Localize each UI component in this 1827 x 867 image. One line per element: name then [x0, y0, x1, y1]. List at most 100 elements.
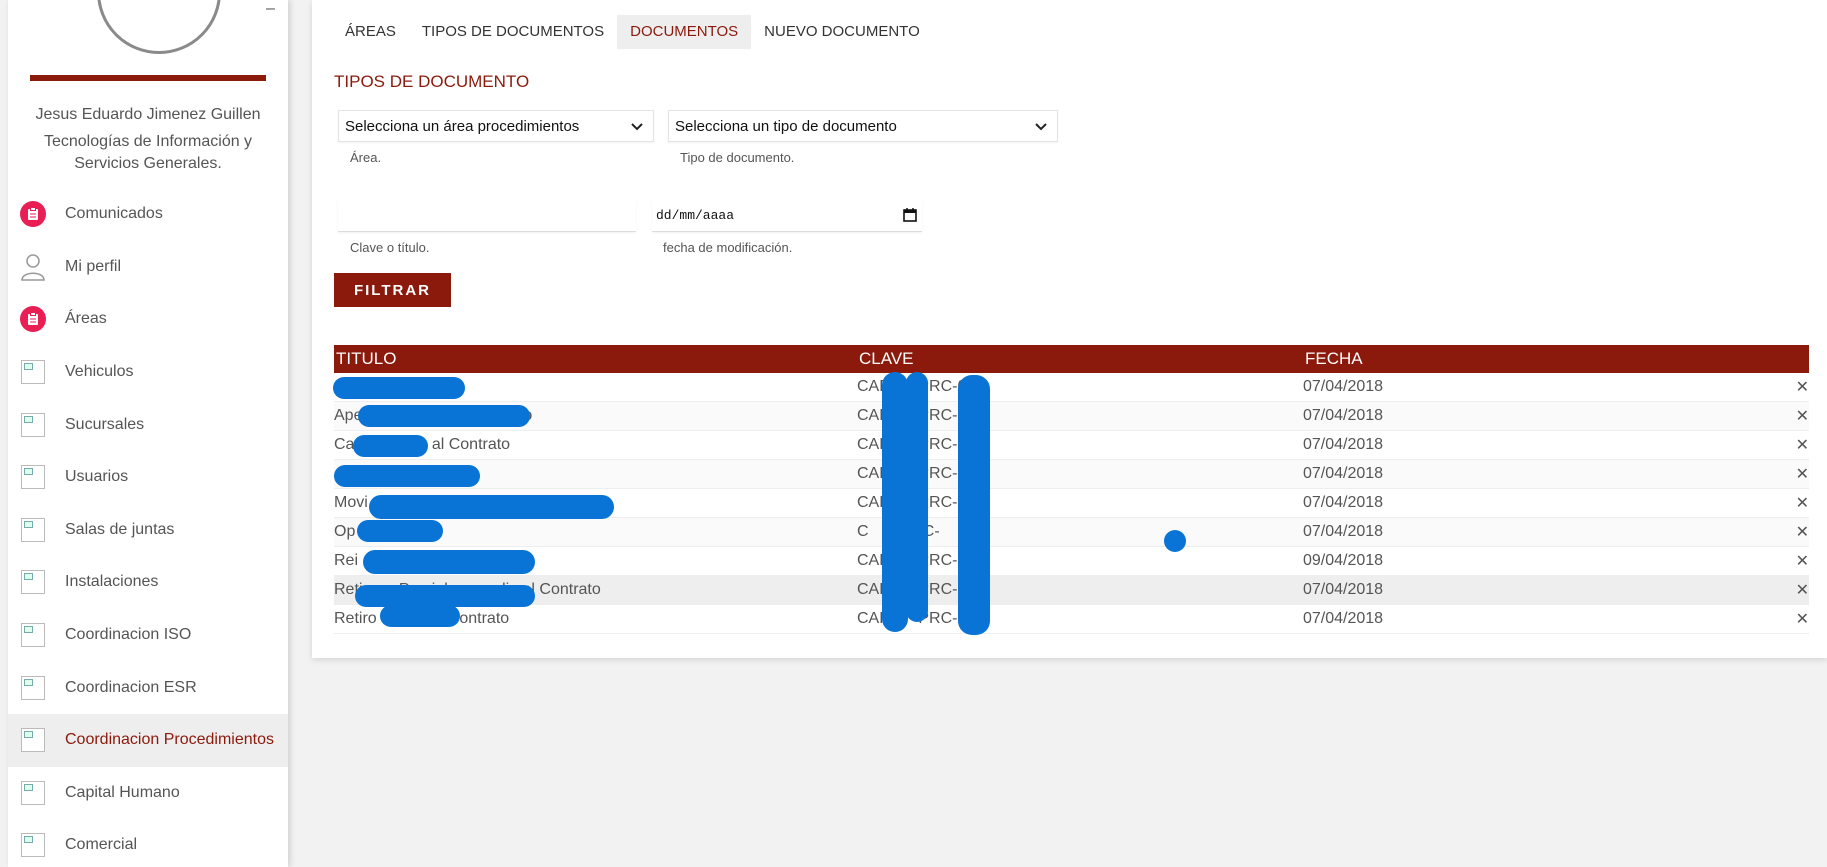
tab-bar: ÁREAS TIPOS DE DOCUMENTOS DOCUMENTOS NUE… [332, 15, 933, 49]
delete-icon[interactable]: ✕ [1785, 401, 1809, 431]
key-title-input[interactable] [338, 199, 636, 232]
tab-areas[interactable]: ÁREAS [332, 15, 409, 49]
delete-icon[interactable]: ✕ [1785, 373, 1809, 402]
sidebar-item-coordinacion-procedimientos[interactable]: Coordinacion Procedimientos [8, 713, 288, 767]
clipboard-icon [20, 306, 46, 333]
broken-image-icon [21, 360, 45, 385]
redaction-mark [357, 520, 443, 542]
sidebar-item-label: Capital Humano [65, 783, 180, 801]
sidebar-item-label: Coordinacion Procedimientos [65, 731, 274, 749]
sidebar-item-label: Usuarios [65, 468, 129, 486]
date-input-value: dd/mm/aaaa [656, 207, 735, 223]
sidebar-item-label: Mi perfil [65, 257, 122, 275]
broken-image-icon [21, 517, 45, 542]
sidebar-item-label: Vehiculos [65, 363, 134, 381]
cell-fecha: 07/04/2018 [1303, 373, 1785, 402]
user-name: Jesus Eduardo Jimenez Guillen [35, 106, 261, 123]
delete-icon[interactable]: ✕ [1785, 459, 1809, 489]
broken-image-icon [21, 675, 45, 700]
collapse-sidebar-button[interactable]: – [266, 0, 275, 18]
redaction-mark [334, 465, 480, 487]
redaction-mark [906, 372, 928, 622]
table-row[interactable]: Rei iza-t CAP- -PRC- 09/04/2018 ✕ [334, 546, 1809, 576]
area-select-value: Selecciona un área procedimientos [345, 117, 580, 135]
table-row[interactable]: Ca cción al Contrato CAP- -PRC- 07/04/20… [334, 430, 1809, 460]
cell-fecha: 07/04/2018 [1303, 459, 1785, 489]
sidebar-item-vehiculos[interactable]: Vehiculos [8, 346, 288, 399]
area-helper: Área. [350, 150, 382, 165]
sidebar-item-label: Comunicados [65, 205, 163, 223]
cell-fecha: 07/04/2018 [1303, 575, 1785, 605]
column-header-titulo[interactable]: TITULO [334, 345, 857, 373]
sidebar-item-label: Sucursales [65, 415, 145, 433]
broken-image-icon [21, 412, 45, 437]
key-title-helper: Clave o título. [350, 240, 430, 255]
sidebar-item-label: Coordinacion ESR [65, 678, 197, 696]
cell-fecha: 07/04/2018 [1303, 430, 1785, 460]
redaction-mark [333, 377, 465, 399]
chevron-down-icon [631, 123, 643, 131]
tab-nuevo-documento[interactable]: NUEVO DOCUMENTO [751, 15, 933, 49]
table-header-row: TITULO CLAVE FECHA [334, 345, 1809, 373]
sidebar-item-coordinacion-iso[interactable]: Coordinacion ISO [8, 609, 288, 662]
calendar-icon[interactable] [902, 207, 918, 223]
delete-icon[interactable]: ✕ [1785, 517, 1809, 547]
sidebar-item-salas-de-juntas[interactable]: Salas de juntas [8, 504, 288, 557]
cell-fecha: 07/04/2018 [1303, 401, 1785, 431]
delete-icon[interactable]: ✕ [1785, 546, 1809, 576]
table-row[interactable]: Op alija C -PRC- 07/04/2018 ✕ [334, 517, 1809, 547]
sidebar-item-sucursales[interactable]: Sucursales [8, 398, 288, 451]
sidebar-item-capital-humano[interactable]: Capital Humano [8, 767, 288, 820]
cell-fecha: 09/04/2018 [1303, 546, 1785, 576]
cell-fecha: 07/04/2018 [1303, 604, 1785, 634]
delete-icon[interactable]: ✕ [1785, 604, 1809, 634]
sidebar-item-comunicados[interactable]: Comunicados [8, 188, 288, 241]
sidebar-item-mi-perfil[interactable]: Mi perfil [8, 241, 288, 294]
sidebar-item-label: Instalaciones [65, 573, 159, 591]
column-header-clave[interactable]: CLAVE [857, 345, 1303, 373]
documents-table: TITULO CLAVE FECHA atos CAP- -PRC-0 07/0… [334, 345, 1809, 634]
redaction-mark [369, 495, 614, 519]
filter-button[interactable]: FILTRAR [334, 273, 451, 307]
redaction-mark [355, 585, 535, 607]
modification-date-helper: fecha de modificación. [663, 240, 793, 255]
table-row[interactable]: Retir Parcial odia al Contrato CAP- -PRC… [334, 575, 1809, 605]
delete-icon[interactable]: ✕ [1785, 488, 1809, 518]
sidebar-item-usuarios[interactable]: Usuarios [8, 451, 288, 504]
broken-image-icon [21, 728, 45, 753]
table-row[interactable]: Retiro Contrato CAP- -PRC-5 07/04/2018 ✕ [334, 604, 1809, 634]
tab-documentos[interactable]: DOCUMENTOS [617, 15, 752, 49]
delete-icon[interactable]: ✕ [1785, 575, 1809, 605]
user-icon [19, 253, 47, 281]
avatar[interactable] [97, 0, 221, 54]
redaction-mark [363, 550, 535, 574]
redaction-mark [1164, 530, 1186, 552]
table-row[interactable]: Ape Depósito CAP- -PRC- 07/04/2018 ✕ [334, 401, 1809, 431]
sidebar: – Jesus Eduardo Jimenez Guillen Tecnolog… [8, 0, 288, 867]
sidebar-item-label: Comercial [65, 836, 138, 854]
document-type-select[interactable]: Selecciona un tipo de documento [668, 110, 1058, 142]
modification-date-input[interactable]: dd/mm/aaaa [652, 199, 922, 232]
sidebar-item-instalaciones[interactable]: Instalaciones [8, 556, 288, 609]
sidebar-item-areas[interactable]: Áreas [8, 293, 288, 346]
redaction-mark [353, 435, 428, 457]
sidebar-item-label: Coordinacion ISO [65, 626, 192, 644]
broken-image-icon [21, 833, 45, 858]
redaction-mark [380, 605, 460, 627]
cell-fecha: 07/04/2018 [1303, 517, 1785, 547]
area-select[interactable]: Selecciona un área procedimientos [338, 110, 654, 142]
user-department: Tecnologías de Información y Servicios G… [43, 133, 253, 172]
table-row[interactable]: rato CAP- -PRC-0 07/04/2018 ✕ [334, 459, 1809, 489]
delete-icon[interactable]: ✕ [1785, 430, 1809, 460]
table-row[interactable]: atos CAP- -PRC-0 07/04/2018 ✕ [334, 373, 1809, 402]
sidebar-item-comercial[interactable]: Comercial [8, 819, 288, 867]
tab-tipos-de-documentos[interactable]: TIPOS DE DOCUMENTOS [409, 15, 617, 49]
sidebar-item-coordinacion-esr[interactable]: Coordinacion ESR [8, 661, 288, 714]
redaction-mark [958, 375, 990, 635]
redaction-mark [358, 405, 530, 427]
column-header-fecha[interactable]: FECHA [1303, 345, 1785, 373]
document-type-select-value: Selecciona un tipo de documento [675, 117, 897, 135]
sidebar-divider [30, 75, 266, 81]
broken-image-icon [21, 570, 45, 595]
section-title: TIPOS DE DOCUMENTO [334, 72, 530, 91]
